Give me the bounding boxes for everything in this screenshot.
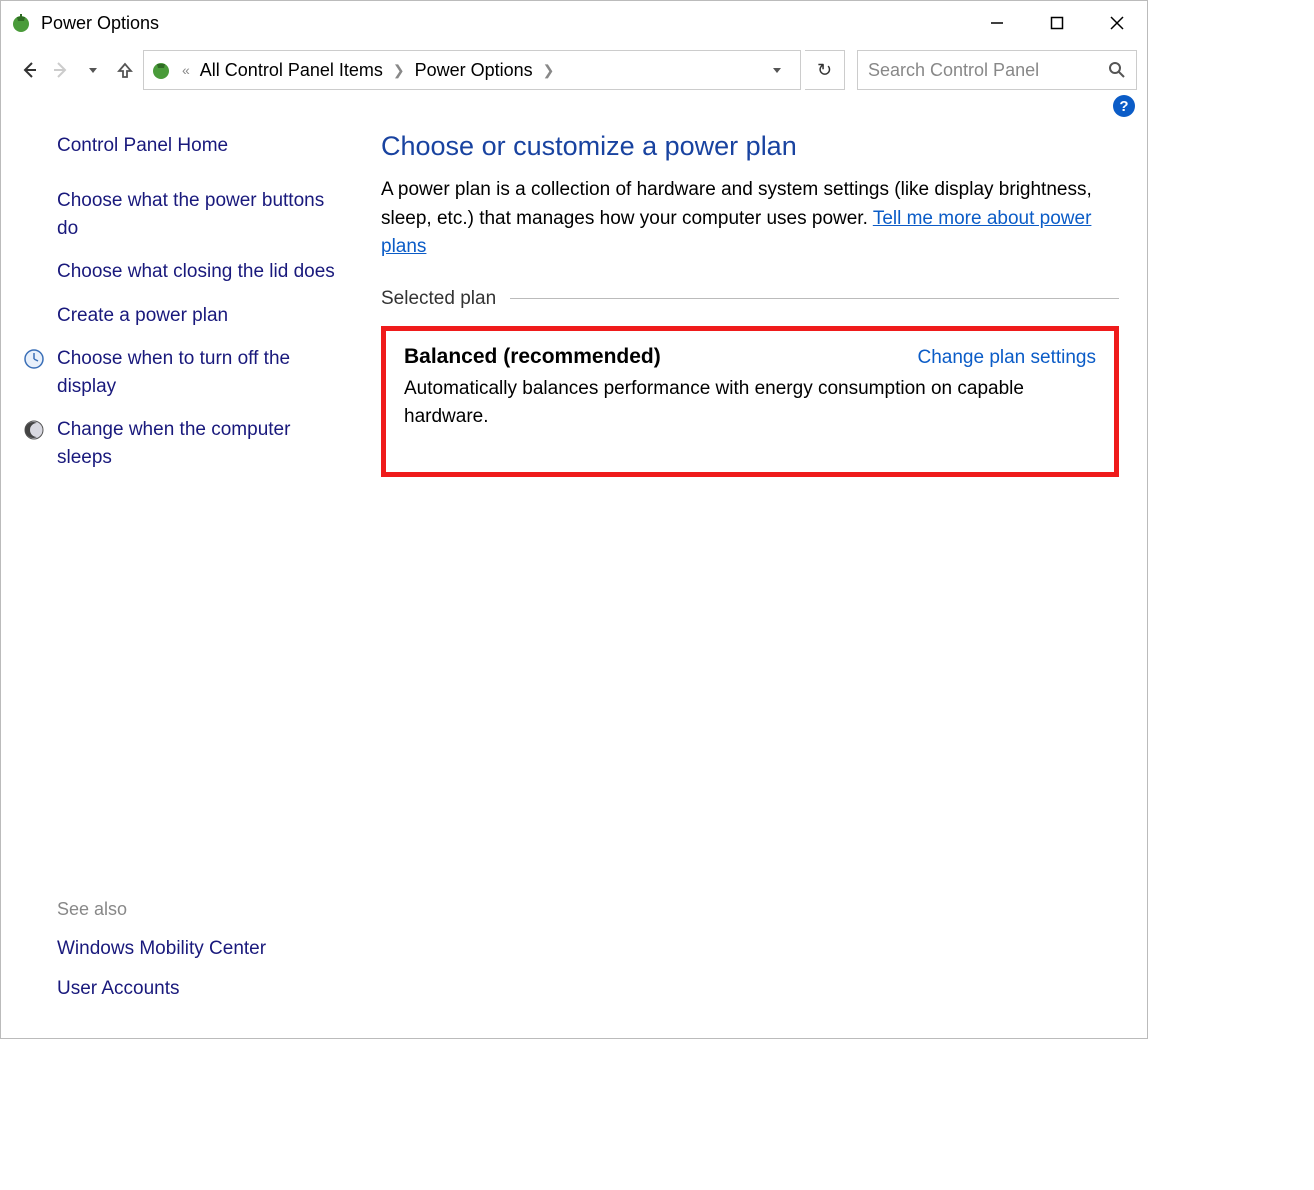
sidebar-item-power-buttons[interactable]: Choose what the power buttons do <box>21 187 341 242</box>
page-heading: Choose or customize a power plan <box>381 131 1119 162</box>
sidebar: Control Panel Home Choose what the power… <box>1 125 361 1038</box>
divider <box>510 298 1119 299</box>
power-options-icon <box>9 11 33 35</box>
moon-icon <box>21 416 47 441</box>
plan-description: Automatically balances performance with … <box>404 375 1096 432</box>
section-label: Selected plan <box>381 288 496 310</box>
search-placeholder: Search Control Panel <box>868 60 1108 81</box>
up-button[interactable] <box>111 56 139 84</box>
window-title: Power Options <box>41 13 159 34</box>
sidebar-item-label: Choose when to turn off the display <box>57 345 341 400</box>
plan-header: Balanced (recommended) Change plan setti… <box>404 345 1096 369</box>
plan-name: Balanced (recommended) <box>404 345 661 369</box>
sidebar-item-label: Change when the computer sleeps <box>57 416 341 471</box>
main-content: Choose or customize a power plan A power… <box>361 125 1147 1038</box>
breadcrumb-prefix: « <box>178 62 194 78</box>
sidebar-item-label: Choose what the power buttons do <box>57 187 341 242</box>
see-also-link-user-accounts[interactable]: User Accounts <box>57 978 341 1000</box>
clock-icon <box>21 345 47 370</box>
page-description: A power plan is a collection of hardware… <box>381 176 1119 262</box>
body: Control Panel Home Choose what the power… <box>1 125 1147 1038</box>
selected-plan-box: Balanced (recommended) Change plan setti… <box>381 326 1119 477</box>
refresh-button[interactable]: ↻ <box>805 50 845 90</box>
chevron-right-icon: ❯ <box>539 62 559 79</box>
minimize-button[interactable] <box>967 1 1027 45</box>
sidebar-item-create-plan[interactable]: Create a power plan <box>21 302 341 330</box>
forward-button[interactable] <box>47 56 75 84</box>
recent-locations-dropdown[interactable] <box>79 56 107 84</box>
chevron-right-icon: ❯ <box>389 62 409 79</box>
see-also-link-mobility[interactable]: Windows Mobility Center <box>57 938 341 960</box>
maximize-button[interactable] <box>1027 1 1087 45</box>
nav-row: « All Control Panel Items ❯ Power Option… <box>1 45 1147 95</box>
sidebar-item-label: Choose what closing the lid does <box>57 258 335 286</box>
search-icon <box>1108 61 1126 79</box>
titlebar: Power Options <box>1 1 1147 45</box>
sidebar-item-label: Create a power plan <box>57 302 228 330</box>
window-controls <box>967 1 1147 45</box>
breadcrumb-item[interactable]: All Control Panel Items <box>200 60 383 81</box>
control-panel-home-link[interactable]: Control Panel Home <box>57 135 341 157</box>
change-plan-settings-link[interactable]: Change plan settings <box>917 347 1096 369</box>
help-icon[interactable]: ? <box>1113 95 1135 117</box>
see-also-heading: See also <box>57 899 341 920</box>
sidebar-item-closing-lid[interactable]: Choose what closing the lid does <box>21 258 341 286</box>
sidebar-item-computer-sleeps[interactable]: Change when the computer sleeps <box>21 416 341 471</box>
section-header: Selected plan <box>381 288 1119 310</box>
breadcrumb-item[interactable]: Power Options <box>415 60 533 81</box>
address-dropdown[interactable] <box>770 63 794 77</box>
blank-icon <box>21 302 47 305</box>
sidebar-item-turn-off-display[interactable]: Choose when to turn off the display <box>21 345 341 400</box>
blank-icon <box>21 258 47 261</box>
window-frame: Power Options <box>0 0 1148 1039</box>
close-button[interactable] <box>1087 1 1147 45</box>
help-row: ? <box>1 95 1147 125</box>
search-input[interactable]: Search Control Panel <box>857 50 1137 90</box>
blank-icon <box>21 187 47 190</box>
power-options-icon <box>150 59 172 81</box>
address-bar[interactable]: « All Control Panel Items ❯ Power Option… <box>143 50 801 90</box>
back-button[interactable] <box>15 56 43 84</box>
